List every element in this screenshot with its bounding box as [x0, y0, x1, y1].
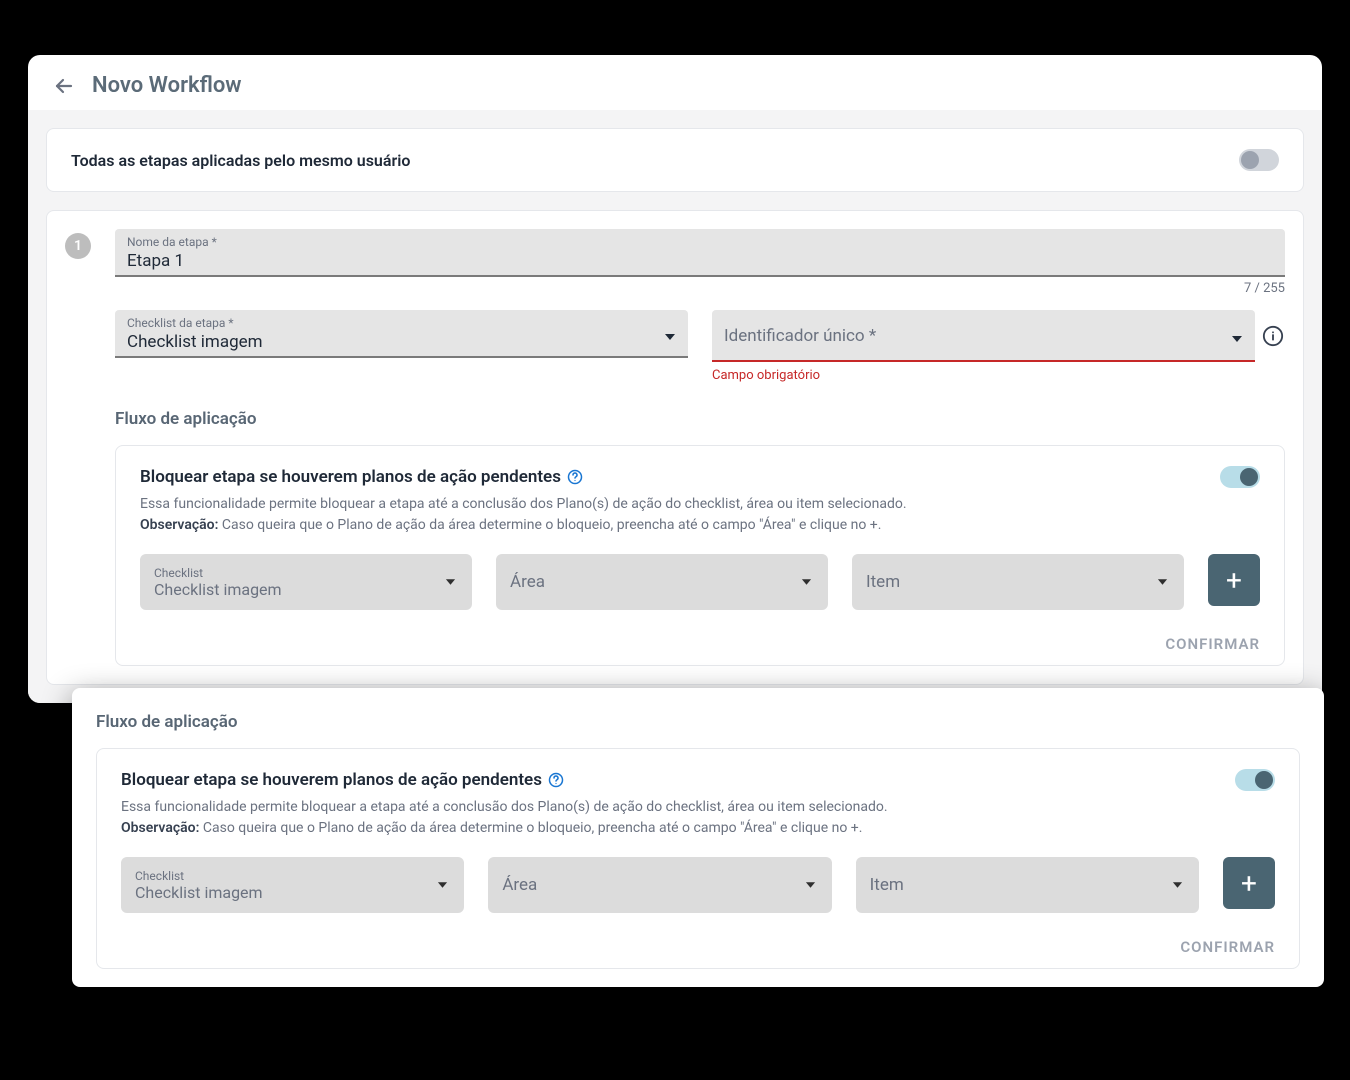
- filter-item-select[interactable]: Item: [852, 554, 1184, 610]
- overlay-flow-title: Fluxo de aplicação: [96, 712, 1300, 732]
- same-user-toggle[interactable]: [1239, 149, 1279, 171]
- overlay-block-toggle[interactable]: [1235, 769, 1275, 791]
- block-step-card: Bloquear etapa se houverem planos de açã…: [115, 445, 1285, 666]
- step-checklist-select[interactable]: Checklist da etapa * Checklist imagem: [115, 310, 688, 358]
- chevron-down-icon: [801, 573, 812, 592]
- filter-checklist-label: Checklist: [154, 566, 458, 580]
- block-step-desc: Essa funcionalidade permite bloquear a e…: [140, 494, 1260, 536]
- overlay-filter-item-select[interactable]: Item: [856, 857, 1199, 913]
- add-filter-button[interactable]: +: [1208, 554, 1260, 606]
- chevron-down-icon: [437, 876, 448, 895]
- overlay-filter-area-select[interactable]: Área: [488, 857, 831, 913]
- overlay-flow-card: Fluxo de aplicação Bloquear etapa se hou…: [72, 688, 1324, 987]
- overlay-filter-item-label: Item: [870, 875, 1185, 895]
- info-icon[interactable]: [1261, 324, 1285, 348]
- toggle-knob-icon: [1240, 468, 1258, 486]
- page-header: Novo Workflow: [28, 55, 1322, 110]
- filter-checklist-value: Checklist imagem: [154, 580, 458, 599]
- chevron-down-icon: [664, 328, 676, 340]
- step-name-field[interactable]: Nome da etapa *: [115, 229, 1285, 277]
- toggle-knob-icon: [1241, 151, 1259, 169]
- step-name-input[interactable]: [127, 251, 1273, 271]
- filter-area-select[interactable]: Área: [496, 554, 828, 610]
- step-checklist-label: Checklist da etapa *: [127, 316, 263, 330]
- unique-identifier-error: Campo obrigatório: [712, 368, 1255, 383]
- content-body: Todas as etapas aplicadas pelo mesmo usu…: [28, 110, 1322, 703]
- toggle-knob-icon: [1255, 771, 1273, 789]
- overlay-filter-checklist-value: Checklist imagem: [135, 883, 450, 902]
- same-user-label: Todas as etapas aplicadas pelo mesmo usu…: [71, 151, 410, 170]
- page-title: Novo Workflow: [92, 73, 242, 98]
- chevron-down-icon: [1231, 330, 1243, 342]
- overlay-block-card: Bloquear etapa se houverem planos de açã…: [96, 748, 1300, 969]
- overlay-filter-area-label: Área: [502, 875, 817, 895]
- plus-icon: +: [1241, 867, 1257, 900]
- step-name-label: Nome da etapa *: [127, 235, 1273, 249]
- chevron-down-icon: [805, 876, 816, 895]
- unique-identifier-label: Identificador único *: [724, 326, 1231, 346]
- help-icon[interactable]: [548, 772, 564, 788]
- help-icon[interactable]: [567, 469, 583, 485]
- overlay-filter-checklist-select[interactable]: Checklist Checklist imagem: [121, 857, 464, 913]
- step-name-char-count: 7 / 255: [115, 281, 1285, 296]
- step-number-badge: 1: [65, 233, 91, 259]
- chevron-down-icon: [1172, 876, 1183, 895]
- unique-identifier-select[interactable]: Identificador único *: [712, 310, 1255, 362]
- overlay-add-filter-button[interactable]: +: [1223, 857, 1275, 909]
- step-card: 1 Nome da etapa * 7 / 255 Checklist da e…: [46, 210, 1304, 685]
- overlay-confirm-button[interactable]: CONFIRMAR: [1180, 938, 1275, 956]
- block-step-title: Bloquear etapa se houverem planos de açã…: [140, 467, 561, 487]
- block-step-toggle[interactable]: [1220, 466, 1260, 488]
- main-container: Novo Workflow Todas as etapas aplicadas …: [28, 55, 1322, 703]
- back-arrow-icon[interactable]: [52, 74, 76, 98]
- filter-checklist-select[interactable]: Checklist Checklist imagem: [140, 554, 472, 610]
- filter-item-label: Item: [866, 572, 1170, 592]
- confirm-button[interactable]: CONFIRMAR: [1165, 635, 1260, 653]
- plus-icon: +: [1226, 564, 1242, 597]
- flow-section-title: Fluxo de aplicação: [115, 409, 1285, 429]
- overlay-filter-checklist-label: Checklist: [135, 869, 450, 883]
- same-user-toggle-row: Todas as etapas aplicadas pelo mesmo usu…: [71, 149, 1279, 171]
- step-checklist-value: Checklist imagem: [127, 332, 263, 352]
- chevron-down-icon: [445, 573, 456, 592]
- overlay-block-title: Bloquear etapa se houverem planos de açã…: [121, 770, 542, 790]
- chevron-down-icon: [1157, 573, 1168, 592]
- step-fields: Nome da etapa * 7 / 255 Checklist da eta…: [115, 229, 1285, 666]
- overlay-block-desc: Essa funcionalidade permite bloquear a e…: [121, 797, 1275, 839]
- filter-area-label: Área: [510, 572, 814, 592]
- same-user-card: Todas as etapas aplicadas pelo mesmo usu…: [46, 128, 1304, 192]
